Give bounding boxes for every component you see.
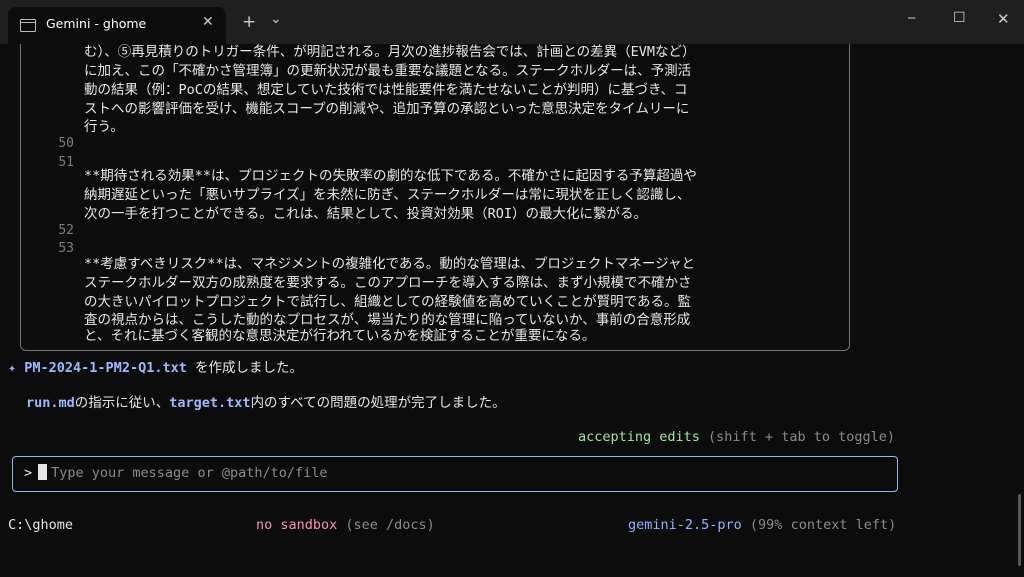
line-number: 50 (58, 136, 74, 151)
context-remaining: (99% context left) (741, 517, 897, 533)
doc-line: **期待される効果**は、プロジェクトの失敗率の劇的な低下である。不確かさに起因… (84, 168, 697, 184)
doc-line: **考慮すべきリスク**は、マネジメントの複雑化である。動的な管理は、プロジェク… (84, 256, 695, 272)
sparkle-icon: ✦ (8, 360, 17, 376)
message-input-box[interactable]: > Type your message or @path/to/file (12, 456, 898, 492)
model-name: gemini-2.5-pro (628, 517, 742, 533)
created-suffix: を作成しました。 (186, 360, 303, 376)
prompt-symbol: > (24, 465, 33, 481)
doc-line: ストへの影響評価を受け、機能スコープの削減や、追加予算の承認といった意思決定をタ… (84, 101, 690, 117)
doc-line: む）、⑤再見積りのトリガー条件、が明記される。月次の進捗報告会では、計画との差異… (84, 44, 696, 60)
current-directory: C:\ghome (8, 517, 74, 533)
scrollbar-thumb[interactable] (1018, 494, 1021, 566)
completion-message: run.mdの指示に従い、target.txt内のすべての問題の処理が完了しまし… (26, 394, 506, 413)
doc-line: に加え、この「不確かさ管理簿」の更新状況が最も重要な議題となる。ステークホルダー… (84, 63, 692, 79)
text-cursor (38, 464, 48, 480)
sandbox-label: no sandbox (256, 517, 338, 533)
line-number: 51 (58, 155, 74, 170)
target-filename: target.txt (169, 395, 251, 411)
tab-title: Gemini - ghome (46, 16, 147, 31)
run-md-filename: run.md (26, 395, 75, 411)
file-created-message: ✦ PM-2024-1-PM2-Q1.txt を作成しました。 (8, 359, 303, 378)
maximize-button[interactable]: ☐ (953, 10, 966, 26)
message-input[interactable]: Type your message or @path/to/file (51, 465, 327, 481)
sandbox-status: no sandbox (see /docs) (256, 516, 435, 535)
completion-text: の指示に従い、 (74, 395, 170, 411)
line-number: 52 (58, 223, 74, 238)
sandbox-hint: (see /docs) (337, 517, 435, 533)
minimize-button[interactable]: ─ (908, 11, 915, 25)
model-status: gemini-2.5-pro (99% context left) (628, 516, 896, 535)
close-tab-icon[interactable]: ✕ (202, 14, 214, 30)
mode-hint: (shift + tab to toggle) (699, 429, 895, 445)
created-filename: PM-2024-1-PM2-Q1.txt (24, 360, 187, 376)
new-tab-button[interactable]: + (242, 12, 256, 32)
title-bar: Gemini - ghome ✕ + ⌄ ─ ☐ ✕ (0, 0, 1024, 44)
terminal-tab[interactable]: Gemini - ghome ✕ (8, 7, 226, 44)
line-number: 53 (58, 241, 74, 256)
input-line[interactable]: > Type your message or @path/to/file (24, 464, 327, 483)
edit-mode-indicator[interactable]: accepting edits (shift + tab to toggle) (578, 428, 895, 447)
chevron-down-icon[interactable]: ⌄ (270, 11, 282, 27)
doc-line: ステークホルダー双方の成熟度を要求する。このアプローチを導入する際は、まず小規模… (84, 275, 692, 291)
doc-line: の大きいパイロットプロジェクトで試行し、組織としての経験値を高めていくことが賢明… (84, 294, 691, 310)
terminal-icon (20, 19, 36, 32)
doc-line: 行う。 (84, 119, 124, 135)
doc-line: 動の結果（例：PoCの結果、想定していた技術では性能要件を満たせないことが判明）… (84, 82, 688, 98)
mode-label: accepting edits (578, 429, 700, 445)
close-window-button[interactable]: ✕ (997, 10, 1010, 28)
completion-text: 内のすべての問題の処理が完了しました。 (250, 395, 506, 411)
doc-line: と、それに基づく客観的な意思決定が行われているかを検証することが重要になる。 (84, 328, 596, 344)
doc-line: 次の一手を打つことができる。これは、結果として、投資対効果（ROI）の最大化に繋… (84, 206, 648, 222)
doc-line: 納期遅延といった「悪いサプライズ」を未然に防ぎ、ステークホルダーは常に現状を正し… (84, 187, 691, 203)
